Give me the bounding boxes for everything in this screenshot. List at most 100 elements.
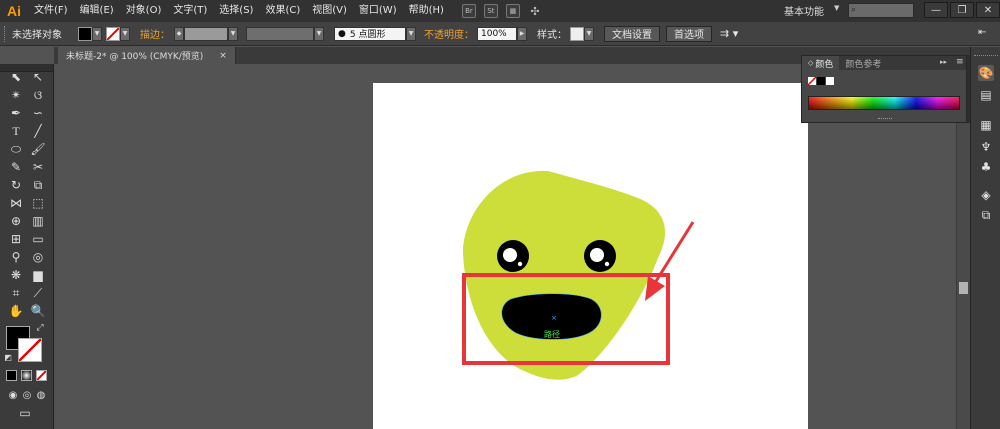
stroke-label[interactable]: 描边： xyxy=(140,26,170,41)
none-color-swatch[interactable] xyxy=(808,77,816,85)
preferences-button[interactable]: 首选项 xyxy=(666,25,712,42)
stroke-swatch[interactable] xyxy=(106,26,120,41)
eyedropper-tool-icon[interactable]: ⚲ xyxy=(7,249,25,265)
none-icon xyxy=(808,77,816,85)
graphic-style-swatch[interactable] xyxy=(570,26,584,41)
mesh-tool-icon[interactable]: ⊞ xyxy=(7,231,25,247)
menu-object[interactable]: 对象(O) xyxy=(120,0,168,22)
close-button[interactable]: ✕ xyxy=(976,2,1000,18)
stroke-weight-stepper[interactable]: ◆ xyxy=(174,26,184,41)
menu-edit[interactable]: 编辑(E) xyxy=(74,0,120,22)
ellipse-tool-icon[interactable]: ⬭ xyxy=(7,141,25,157)
panel-toggle-icon[interactable]: ◇ xyxy=(808,59,813,67)
tab-color[interactable]: ◇ 颜色 xyxy=(802,56,840,70)
color-spectrum[interactable] xyxy=(808,96,960,110)
perspective-grid-tool-icon[interactable]: ▥ xyxy=(29,213,47,229)
free-transform-tool-icon[interactable]: ⬚ xyxy=(29,195,47,211)
brush-dropdown-icon[interactable]: ▼ xyxy=(406,26,416,41)
maximize-button[interactable]: ❐ xyxy=(950,2,974,18)
style-dropdown-icon[interactable]: ▼ xyxy=(584,26,594,41)
stroke-weight-field[interactable] xyxy=(184,26,228,41)
white-swatch[interactable] xyxy=(826,77,834,85)
menu-effect[interactable]: 效果(C) xyxy=(259,0,306,22)
layers-icon[interactable]: ◈ xyxy=(978,187,994,203)
gradient-tool-icon[interactable]: ▭ xyxy=(29,231,47,247)
symbol-sprayer-tool-icon[interactable]: ❋ xyxy=(7,267,25,283)
profile-dropdown-icon[interactable]: ▼ xyxy=(314,26,324,41)
fill-swatch[interactable] xyxy=(78,26,92,41)
panel-menu-icon[interactable]: ≡ xyxy=(956,57,964,67)
workspace-switcher[interactable]: 基本功能 xyxy=(784,3,824,18)
pencil-tool-icon[interactable]: ✎ xyxy=(7,159,25,175)
slice-tool-icon[interactable]: ⟋ xyxy=(29,285,47,301)
none-mode-button[interactable] xyxy=(36,370,47,381)
panel-resize-grip[interactable] xyxy=(878,118,892,121)
stroke-color-box[interactable] xyxy=(18,338,42,362)
blend-tool-icon[interactable]: ◎ xyxy=(29,249,47,265)
brush-definition[interactable]: ● 5 点圆形 xyxy=(334,26,406,41)
minimize-button[interactable]: — xyxy=(924,2,948,18)
panel-menu-icon[interactable]: ⇤ xyxy=(978,27,986,38)
magic-wand-tool-icon[interactable]: ✴ xyxy=(7,87,25,103)
scissors-tool-icon[interactable]: ✂ xyxy=(29,159,47,175)
arrange-icon[interactable]: ⇉ ▾ xyxy=(720,27,738,40)
fill-dropdown-icon[interactable]: ▼ xyxy=(92,26,102,41)
scale-tool-icon[interactable]: ⧉ xyxy=(29,177,47,193)
opacity-label[interactable]: 不透明度： xyxy=(424,26,474,41)
shape-builder-tool-icon[interactable]: ⊕ xyxy=(7,213,25,229)
gradient-mode-button[interactable] xyxy=(21,370,32,381)
scrollbar-thumb[interactable] xyxy=(959,282,968,294)
dock-grip[interactable] xyxy=(974,55,998,59)
help-search-input[interactable]: ⌕ xyxy=(848,3,914,18)
type-tool-icon[interactable]: T xyxy=(7,123,25,139)
menu-file[interactable]: 文件(F) xyxy=(28,0,74,22)
menu-type[interactable]: 文字(T) xyxy=(167,0,213,22)
doc-setup-button[interactable]: 文档设置 xyxy=(604,25,660,42)
tab-color-guide[interactable]: 颜色参考 xyxy=(839,56,887,70)
line-tool-icon[interactable]: ╱ xyxy=(29,123,47,139)
pen-tool-icon[interactable]: ✒ xyxy=(7,105,25,121)
symbols-icon[interactable]: ♣ xyxy=(978,159,994,175)
opacity-field[interactable]: 100% xyxy=(477,26,517,41)
brushes-icon[interactable]: ♆ xyxy=(978,139,994,155)
arrange-documents-icon[interactable]: ▦ xyxy=(505,4,520,18)
stroke-dropdown-icon[interactable]: ▼ xyxy=(120,26,130,41)
color-mode-button[interactable] xyxy=(6,370,17,381)
swap-fill-stroke-icon[interactable]: ⤢ xyxy=(34,322,46,334)
rotate-tool-icon[interactable]: ↻ xyxy=(7,177,25,193)
grip-icon[interactable] xyxy=(4,25,10,42)
bridge-icon[interactable]: Br xyxy=(461,4,476,18)
collapse-panel-icon[interactable]: ▸▸ xyxy=(940,58,947,66)
hand-tool-icon[interactable]: ✋ xyxy=(7,303,25,319)
selection-tool-icon[interactable]: ⬉ xyxy=(7,69,25,85)
curvature-tool-icon[interactable]: ∽ xyxy=(29,105,47,121)
menu-window[interactable]: 窗口(W) xyxy=(353,0,403,22)
menu-select[interactable]: 选择(S) xyxy=(213,0,259,22)
variable-width-profile[interactable] xyxy=(246,26,314,41)
width-tool-icon[interactable]: ⋈ xyxy=(7,195,25,211)
stroke-weight-dropdown-icon[interactable]: ▼ xyxy=(228,26,238,41)
swatches-icon[interactable]: ▦ xyxy=(978,117,994,133)
menu-help[interactable]: 帮助(H) xyxy=(403,0,450,22)
column-graph-tool-icon[interactable]: ▆ xyxy=(29,267,47,283)
default-fill-stroke-icon[interactable]: ◩ xyxy=(3,352,13,362)
stock-icon[interactable]: St xyxy=(483,4,498,18)
opacity-dropdown-icon[interactable]: ▶ xyxy=(517,26,527,41)
draw-inside-icon[interactable]: ◍ xyxy=(32,387,50,403)
artboard-tool-icon[interactable]: ⌗ xyxy=(7,285,25,301)
direct-selection-tool-icon[interactable]: ↖ xyxy=(29,69,47,85)
close-icon[interactable]: × xyxy=(219,51,227,61)
lasso-tool-icon[interactable]: ଓ xyxy=(29,87,47,103)
black-swatch[interactable] xyxy=(817,77,825,85)
workspace-dropdown-icon[interactable]: ▼ xyxy=(834,4,839,12)
paintbrush-tool-icon[interactable]: 🖌 xyxy=(29,141,47,157)
zoom-tool-icon[interactable]: 🔍 xyxy=(29,303,47,319)
color-panel: ◇ 颜色 颜色参考 ▸▸ ≡ xyxy=(801,55,967,123)
tab-document[interactable]: 未标题-2* @ 100% (CMYK/预览) × xyxy=(58,47,236,64)
menu-view[interactable]: 视图(V) xyxy=(306,0,353,22)
gpu-performance-icon[interactable]: ✣ xyxy=(528,4,542,18)
color-guide-icon[interactable]: ▤ xyxy=(978,87,994,103)
color-panel-icon[interactable]: 🎨 xyxy=(978,65,994,81)
screen-mode-icon[interactable]: ▭ xyxy=(16,405,34,421)
artboards-icon[interactable]: ⧉ xyxy=(978,207,994,223)
